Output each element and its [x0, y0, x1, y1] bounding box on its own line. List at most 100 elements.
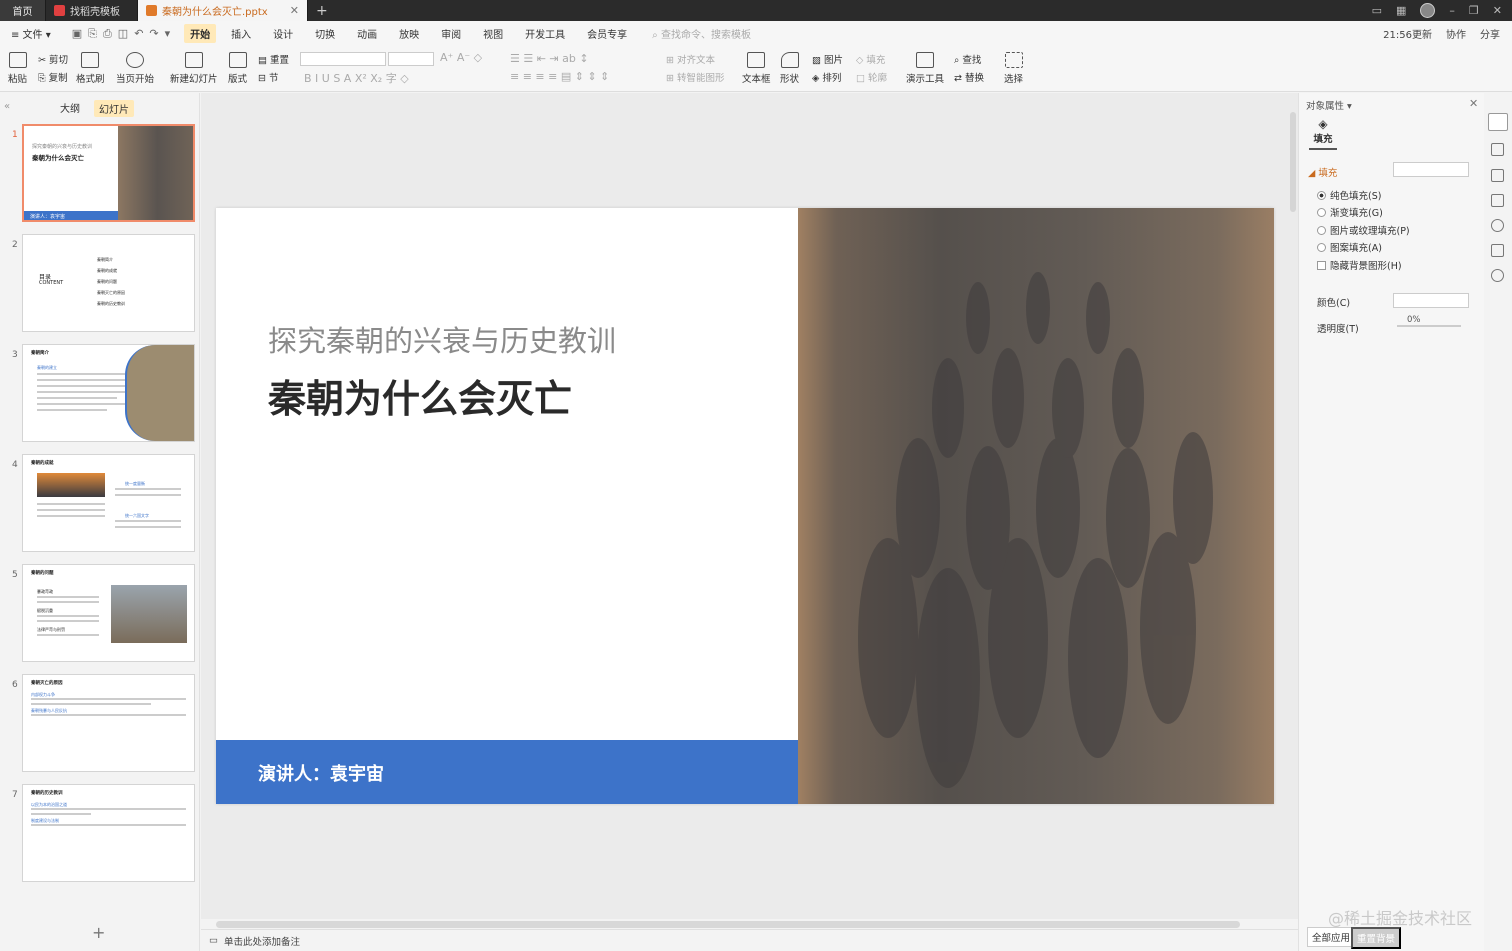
notes-bar[interactable]: ▭ 单击此处添加备注 [201, 929, 1298, 951]
shape-button[interactable]: 形状 [780, 52, 799, 85]
menu-view[interactable]: 视图 [472, 26, 514, 41]
vertical-scrollbar[interactable] [1290, 112, 1296, 212]
restore-icon[interactable]: ❐ [1469, 4, 1479, 17]
slide-subtitle[interactable]: 探究秦朝的兴衰与历史教训 [268, 318, 616, 360]
menu-developer[interactable]: 开发工具 [514, 26, 576, 41]
collapse-panel-icon[interactable]: « [4, 101, 10, 112]
new-tab-button[interactable]: + [308, 0, 336, 21]
collaborate-button[interactable]: 协作 [1446, 26, 1466, 41]
layout-icon[interactable]: ▭ [1372, 4, 1382, 17]
close-icon[interactable]: ✕ [1493, 4, 1502, 17]
print-icon[interactable]: ⎙ [103, 27, 112, 41]
slide-transition-icon[interactable] [1491, 169, 1504, 182]
transparency-slider[interactable] [1397, 325, 1461, 327]
tab-template-store[interactable]: 找稻壳模板 [46, 0, 138, 21]
add-slide-button[interactable]: + [92, 923, 105, 942]
help-icon[interactable] [1491, 269, 1504, 282]
menu-design[interactable]: 设计 [262, 26, 304, 41]
export-icon[interactable]: ⎘ [88, 27, 97, 41]
menu-member[interactable]: 会员专享 [576, 26, 638, 41]
section-button[interactable]: ⊟ 节 [258, 70, 279, 84]
layout-button[interactable]: 版式 [228, 52, 247, 85]
arrange-button[interactable]: ◈ 排列 [812, 70, 841, 84]
cut-button[interactable]: ✂ 剪切 [38, 52, 68, 66]
format-painter-button[interactable]: 格式刷 [76, 52, 105, 85]
book-icon[interactable] [1491, 244, 1504, 257]
font-grow-icon[interactable]: A⁺ A⁻ ◇ [440, 51, 482, 64]
slide-thumbnail-2[interactable]: 目录 CONTENT 秦朝简介 秦朝的成就 秦朝的问题 秦朝灭亡的原因 秦朝的历… [22, 234, 195, 332]
avatar[interactable] [1420, 3, 1436, 18]
share-button[interactable]: 分享 [1480, 26, 1500, 41]
find-button[interactable]: ⌕ 查找 [954, 52, 981, 66]
solid-fill-radio[interactable]: 纯色填充(S) [1317, 188, 1381, 202]
reset-button[interactable]: ▤ 重置 [258, 52, 289, 66]
update-status[interactable]: 21:56更新 [1383, 26, 1432, 41]
horizontal-scrollbar[interactable] [216, 921, 1240, 928]
copy-button[interactable]: ⎘ 复制 [38, 70, 68, 84]
tab-document[interactable]: 秦朝为什么会灭亡.pptx ✕ [138, 0, 308, 21]
replace-button[interactable]: ⇄ 替换 [954, 70, 984, 84]
command-search[interactable]: ⌕ 查找命令、搜索模板 [652, 26, 751, 41]
minimize-icon[interactable]: – [1449, 4, 1455, 17]
redo-icon[interactable]: ↷ [149, 27, 158, 41]
slide-thumbnail-1[interactable]: 探究秦朝的兴衰与历史教训 秦朝为什么会灭亡 演讲人：袁宇宙 [22, 124, 195, 222]
properties-icon[interactable] [1488, 113, 1508, 131]
grid-icon[interactable]: ▦ [1396, 4, 1406, 17]
file-menu[interactable]: ≡ 文件 ▾ [0, 26, 62, 41]
gradient-fill-radio[interactable]: 渐变填充(G) [1317, 205, 1383, 219]
menu-animation[interactable]: 动画 [346, 26, 388, 41]
fill-type-dropdown[interactable] [1393, 162, 1469, 177]
present-tools-button[interactable]: 演示工具 [906, 52, 944, 85]
textbox-button[interactable]: 文本框 [742, 52, 771, 85]
outline-button[interactable]: □ 轮廓 [856, 70, 887, 84]
tab-slides[interactable]: 幻灯片 [94, 100, 134, 117]
align-text-button[interactable]: ⊞ 对齐文本 [666, 52, 715, 66]
slide-thumbnail-7[interactable]: 秦朝的历史教训 以民为本的治国之道 制度建设与法制 [22, 784, 195, 882]
preview-icon[interactable]: ◫ [118, 27, 128, 41]
paste-button[interactable]: 粘贴 [8, 52, 27, 85]
menu-slideshow[interactable]: 放映 [388, 26, 430, 41]
play-from-current-button[interactable]: 当页开始 [116, 52, 154, 85]
pattern-fill-radio[interactable]: 图案填充(A) [1317, 240, 1382, 254]
save-icon[interactable]: ▣ [72, 27, 82, 41]
fill-button[interactable]: ◇ 填充 [856, 52, 885, 66]
picture-fill-radio[interactable]: 图片或纹理填充(P) [1317, 223, 1410, 237]
menu-review[interactable]: 审阅 [430, 26, 472, 41]
slide-title[interactable]: 秦朝为什么会灭亡 [268, 368, 572, 423]
current-slide[interactable]: 探究秦朝的兴衰与历史教训 秦朝为什么会灭亡 演讲人：袁宇宙 [216, 208, 1274, 804]
align-icons[interactable]: ≡ ≡ ≡ ≡ ▤ ⇕ ⇕ ⇕ [510, 70, 609, 83]
location-icon[interactable] [1491, 219, 1504, 232]
tab-home[interactable]: 首页 [0, 0, 46, 21]
fill-tab[interactable]: ◈ 填充 [1309, 117, 1337, 150]
close-panel-icon[interactable]: ✕ [1469, 97, 1478, 110]
terracotta-army-image[interactable] [798, 208, 1274, 804]
picture-button[interactable]: ▨ 图片 [812, 52, 843, 66]
picture-tools-icon[interactable] [1491, 194, 1504, 207]
undo-icon[interactable]: ↶ [134, 27, 143, 41]
slide-thumbnail-3[interactable]: 秦朝简介 秦朝的建立 [22, 344, 195, 442]
slide-thumbnail-6[interactable]: 秦朝灭亡的原因 内部权力斗争 秦朝残暴与人民反抗 [22, 674, 195, 772]
font-family-select[interactable] [300, 52, 386, 66]
select-button[interactable]: 选择 [1004, 52, 1023, 85]
close-tab-icon[interactable]: ✕ [290, 4, 299, 17]
presenter-text[interactable]: 演讲人：袁宇宙 [258, 760, 384, 786]
reset-background-button[interactable]: 重置背景 [1351, 927, 1402, 949]
text-format-icons[interactable]: B I U S A X² X₂ 字 ◇ [304, 70, 409, 86]
font-size-select[interactable] [388, 52, 434, 66]
list-icons[interactable]: ☰ ☰ ⇤ ⇥ ab ↕ [510, 52, 589, 65]
new-slide-button[interactable]: 新建幻灯片 [170, 52, 218, 85]
animation-icon[interactable] [1491, 143, 1504, 156]
apply-all-button[interactable]: 全部应用 [1307, 927, 1356, 947]
tab-outline[interactable]: 大纲 [60, 100, 80, 117]
menu-transition[interactable]: 切换 [304, 26, 346, 41]
slide-thumbnail-4[interactable]: 秦朝的成就 统一度量衡 统一六国文字 [22, 454, 195, 552]
slide-thumbnail-5[interactable]: 秦朝的问题 暴政苛政 赋税沉重 法律严苛与刑罚 [22, 564, 195, 662]
panel-title[interactable]: 对象属性 ▾ [1306, 98, 1352, 112]
color-dropdown[interactable] [1393, 293, 1469, 308]
fill-section-header[interactable]: ◢ 填充 [1308, 165, 1337, 179]
more-icon[interactable]: ▾ [165, 27, 171, 41]
smart-art-button[interactable]: ⊞ 转智能图形 [666, 70, 725, 84]
menu-insert[interactable]: 插入 [220, 26, 262, 41]
menu-home[interactable]: 开始 [184, 24, 217, 43]
hide-background-checkbox[interactable]: 隐藏背景图形(H) [1317, 258, 1402, 272]
